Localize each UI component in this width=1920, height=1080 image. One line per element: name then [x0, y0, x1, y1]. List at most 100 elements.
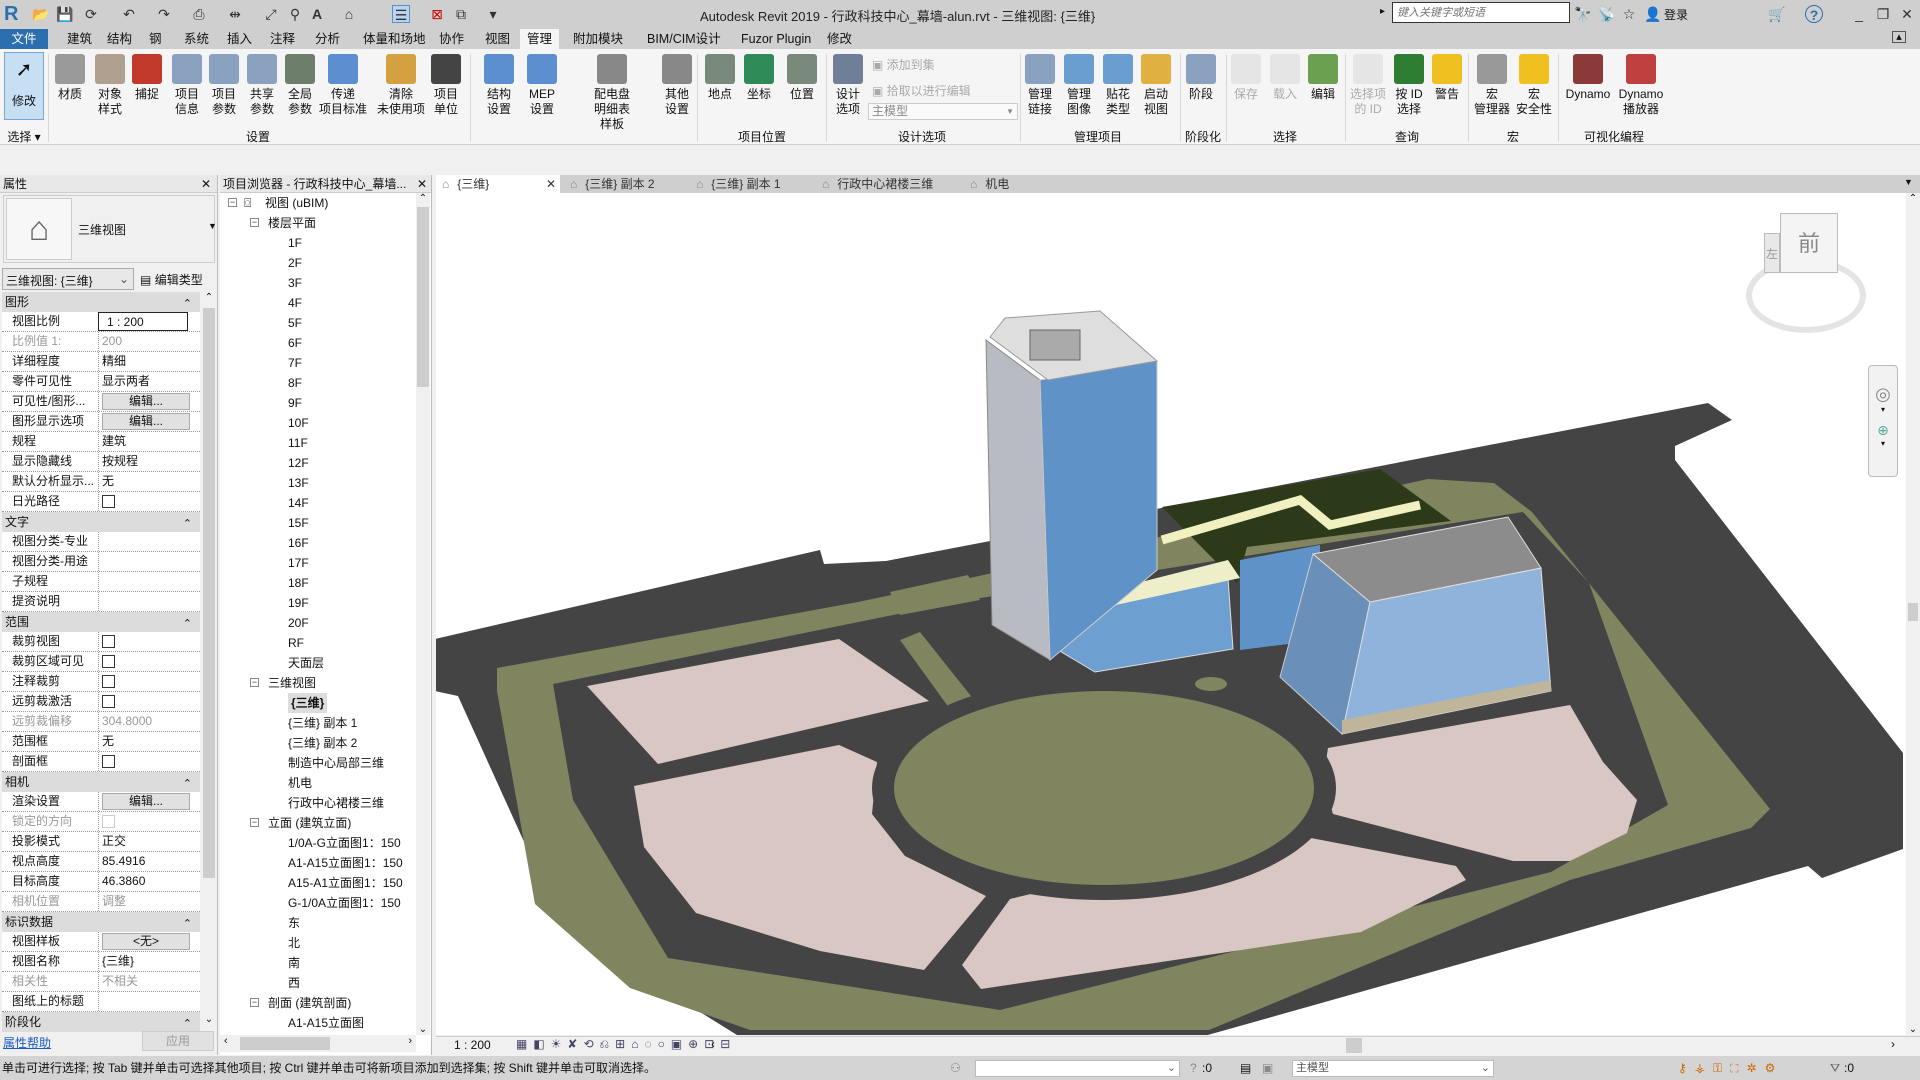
properties-help-link[interactable]: 属性帮助 [3, 1034, 51, 1051]
favorites-star-icon[interactable]: ☆ [1620, 5, 1638, 23]
checkbox[interactable] [102, 755, 115, 768]
collapse-icon[interactable]: − [250, 818, 259, 827]
scroll-left-icon[interactable]: ‹ [711, 1037, 715, 1051]
tree-item[interactable]: 南 [288, 953, 300, 973]
search-input[interactable] [1392, 2, 1570, 23]
scroll-thumb[interactable] [1908, 603, 1918, 621]
ribbon-button-5[interactable]: 共享 参数 [242, 54, 282, 117]
tab-9[interactable]: 协作 [432, 29, 471, 49]
satellite-icon[interactable]: 📡 [1598, 5, 1616, 23]
chevron-down-icon[interactable]: ▾ [1869, 439, 1897, 448]
scroll-up-icon[interactable]: ⌃ [202, 292, 216, 308]
ribbon-minimize-icon[interactable]: ▴ [1892, 31, 1906, 43]
hscroll-thumb[interactable] [1346, 1038, 1362, 1053]
ribbon-button-32[interactable]: Dynamo 播放器 [1613, 54, 1669, 117]
close-tab-icon[interactable]: ✕ [546, 175, 556, 193]
scroll-thumb[interactable] [417, 207, 429, 387]
property-value[interactable] [98, 692, 188, 711]
property-value[interactable]: 编辑... [98, 792, 190, 811]
checkbox[interactable] [102, 655, 115, 668]
chevron-down-icon[interactable]: ▾ [1869, 405, 1897, 414]
add-to-set-button[interactable]: ▣ 添加到集 [872, 56, 935, 73]
tree-item[interactable]: 16F [288, 533, 309, 553]
group-header-4[interactable]: 标识数据 [2, 912, 200, 934]
ribbon-button-28[interactable]: 警告 [1427, 54, 1467, 102]
sync-icon[interactable]: ⟳ [82, 5, 100, 23]
property-value[interactable] [98, 672, 188, 691]
ribbon-button-20[interactable]: 贴花 类型 [1098, 54, 1138, 117]
group-header-5[interactable]: 阶段化 [2, 1012, 200, 1034]
edit-button[interactable]: 编辑... [102, 793, 190, 810]
active-design-option-select[interactable]: 主模型 ⌄ [1292, 1060, 1494, 1077]
tag-icon[interactable]: ⚲ [286, 5, 304, 23]
scroll-thumb[interactable] [203, 308, 215, 878]
ribbon-button-1[interactable]: 对象 样式 [90, 54, 130, 117]
panel-label[interactable]: 选择 ▾ [7, 128, 40, 145]
tree-item[interactable]: 3F [288, 273, 302, 293]
tab-2[interactable]: 结构 [100, 29, 139, 49]
collapse-icon[interactable]: − [250, 998, 259, 1007]
tree-item[interactable]: A1-A15立面图1：150 [288, 853, 403, 873]
view-tab-1[interactable]: ⌂ {三维} 副本 2 [564, 175, 684, 193]
save-icon[interactable]: 💾 [56, 5, 74, 23]
3d-viewport[interactable]: 前 左 ◎ ▾ ⊕ ▾ [436, 193, 1906, 1035]
switch-windows-icon[interactable]: ⧉ [452, 5, 470, 23]
property-value[interactable]: 精细 [98, 352, 188, 371]
tree-item[interactable]: 三维视图 [268, 673, 316, 693]
browser-hscrollbar[interactable]: ‹ › [220, 1035, 416, 1052]
group-header-2[interactable]: 范围 [2, 612, 200, 634]
tree-item[interactable]: 9F [288, 393, 302, 413]
collapse-icon[interactable]: − [228, 198, 237, 207]
tab-4[interactable]: 系统 [177, 29, 216, 49]
ribbon-button-18[interactable]: 管理 链接 [1020, 54, 1060, 117]
edit-button[interactable]: <无> [102, 933, 190, 950]
ribbon-button-17[interactable]: 设计 选项 [828, 54, 868, 117]
tree-item[interactable]: 8F [288, 373, 302, 393]
ribbon-button-21[interactable]: 启动 视图 [1136, 54, 1176, 117]
tree-item[interactable]: A15-A1立面图1：150 [288, 873, 403, 893]
tree-item[interactable]: 行政中心裙楼三维 [288, 793, 384, 813]
browser-vscrollbar[interactable]: ⌃ ⌄ [416, 193, 430, 1035]
ribbon-button-24[interactable]: 载入 [1265, 54, 1305, 102]
tree-item[interactable]: 制造中心局部三维 [288, 753, 384, 773]
scroll-right-icon[interactable]: › [1891, 1037, 1895, 1051]
property-value[interactable]: 46.3860 [98, 872, 188, 891]
tree-item[interactable]: {三维} 副本 1 [288, 713, 357, 733]
tab-13[interactable]: BIM/CIM设计 [640, 29, 728, 49]
tree-item[interactable]: 7F [288, 353, 302, 373]
tree-item[interactable]: 机电 [288, 773, 312, 793]
tree-item[interactable]: 17F [288, 553, 309, 573]
tree-item[interactable]: G-1/0A立面图1：150 [288, 893, 401, 913]
viewcube-left-face[interactable]: 左 [1764, 233, 1780, 273]
group-header-0[interactable]: 图形 [2, 292, 200, 314]
revit-logo-icon[interactable]: R [4, 3, 18, 26]
properties-scrollbar[interactable]: ⌃ ⌄ [202, 292, 216, 1025]
scroll-up-icon[interactable]: ⌃ [1906, 193, 1920, 204]
tree-item[interactable]: 20F [288, 613, 309, 633]
cart-icon[interactable]: 🛒 [1768, 5, 1786, 23]
tab-11[interactable]: 管理 [520, 29, 560, 49]
tree-item[interactable]: {三维} [288, 693, 328, 713]
property-value[interactable] [98, 652, 188, 671]
collapse-icon[interactable]: − [250, 678, 259, 687]
tab-14[interactable]: Fuzor Plugin [734, 29, 818, 49]
tree-item[interactable]: 19F [288, 593, 309, 613]
property-value[interactable]: 按规程 [98, 452, 188, 471]
close-hidden-icon[interactable]: ⊠ [428, 5, 446, 23]
close-icon[interactable]: ✕ [201, 175, 211, 193]
tab-8[interactable]: 体量和场地 [356, 29, 433, 49]
restore-button[interactable]: ❐ [1874, 5, 1892, 23]
user-icon[interactable]: 👤 [1644, 5, 1662, 23]
viewcube-front-face[interactable]: 前 [1798, 231, 1820, 256]
tree-item[interactable]: 10F [288, 413, 309, 433]
ribbon-button-31[interactable]: Dynamo [1560, 54, 1616, 102]
scroll-thumb[interactable] [240, 1037, 330, 1050]
login-button[interactable]: 登录 [1664, 6, 1688, 23]
tab-15[interactable]: 修改 [820, 29, 859, 49]
scroll-down-icon[interactable]: ⌄ [202, 1014, 216, 1025]
ribbon-button-22[interactable]: 阶段 [1181, 54, 1221, 102]
tree-item[interactable]: 11F [288, 433, 308, 453]
design-options-icon[interactable]: ▤ [1240, 1056, 1251, 1080]
open-icon[interactable]: 📂 [32, 5, 50, 23]
type-selector[interactable]: ⌂ 三维视图 ▼ [3, 195, 217, 263]
